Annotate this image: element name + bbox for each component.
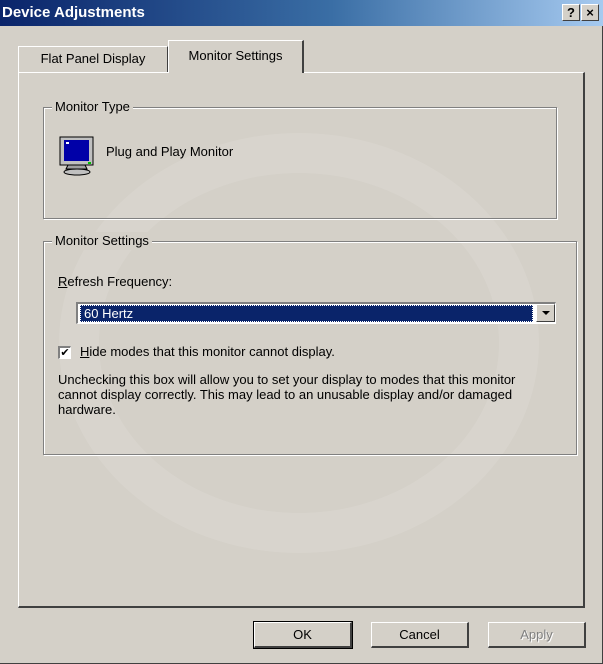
chevron-down-icon[interactable]: [536, 304, 555, 322]
tab-flat-panel-display[interactable]: Flat Panel Display: [18, 46, 168, 72]
tab-panel: Monitor Type Plug and Play Monitor Monit…: [18, 72, 585, 608]
refresh-frequency-value: 60 Hertz: [80, 305, 533, 322]
refresh-label-text: efresh Frequency:: [67, 274, 173, 289]
help-button[interactable]: ?: [562, 4, 580, 21]
warning-text: Unchecking this box will allow you to se…: [58, 372, 516, 417]
hide-modes-label-text: ide modes that this monitor cannot displ…: [89, 344, 335, 359]
monitor-name: Plug and Play Monitor: [106, 144, 234, 159]
hide-modes-label[interactable]: Hide modes that this monitor cannot disp…: [80, 344, 335, 359]
cancel-button[interactable]: Cancel: [371, 622, 469, 648]
hide-modes-mnemonic: H: [80, 344, 90, 359]
title-bar: Device Adjustments ? ×: [0, 0, 603, 26]
monitor-settings-group-label: Monitor Settings: [52, 232, 152, 250]
apply-button[interactable]: Apply: [488, 622, 586, 648]
tab-monitor-settings[interactable]: Monitor Settings: [168, 40, 304, 73]
refresh-frequency-label: Refresh Frequency:: [58, 274, 172, 289]
refresh-mnemonic: R: [58, 274, 68, 289]
hide-modes-checkbox[interactable]: ✔: [58, 346, 71, 359]
refresh-frequency-select[interactable]: 60 Hertz: [76, 302, 556, 324]
window-title: Device Adjustments: [2, 4, 145, 21]
close-button[interactable]: ×: [581, 4, 599, 21]
monitor-type-group: Monitor Type Plug and Play Monitor: [43, 98, 557, 219]
monitor-type-group-label: Monitor Type: [52, 98, 133, 116]
ok-button[interactable]: OK: [253, 621, 353, 649]
monitor-settings-group: Monitor Settings Refresh Frequency: 60 H…: [43, 232, 577, 455]
monitor-icon: [58, 136, 98, 178]
device-adjustments-window: Device Adjustments ? × Flat Panel Displa…: [0, 0, 603, 664]
